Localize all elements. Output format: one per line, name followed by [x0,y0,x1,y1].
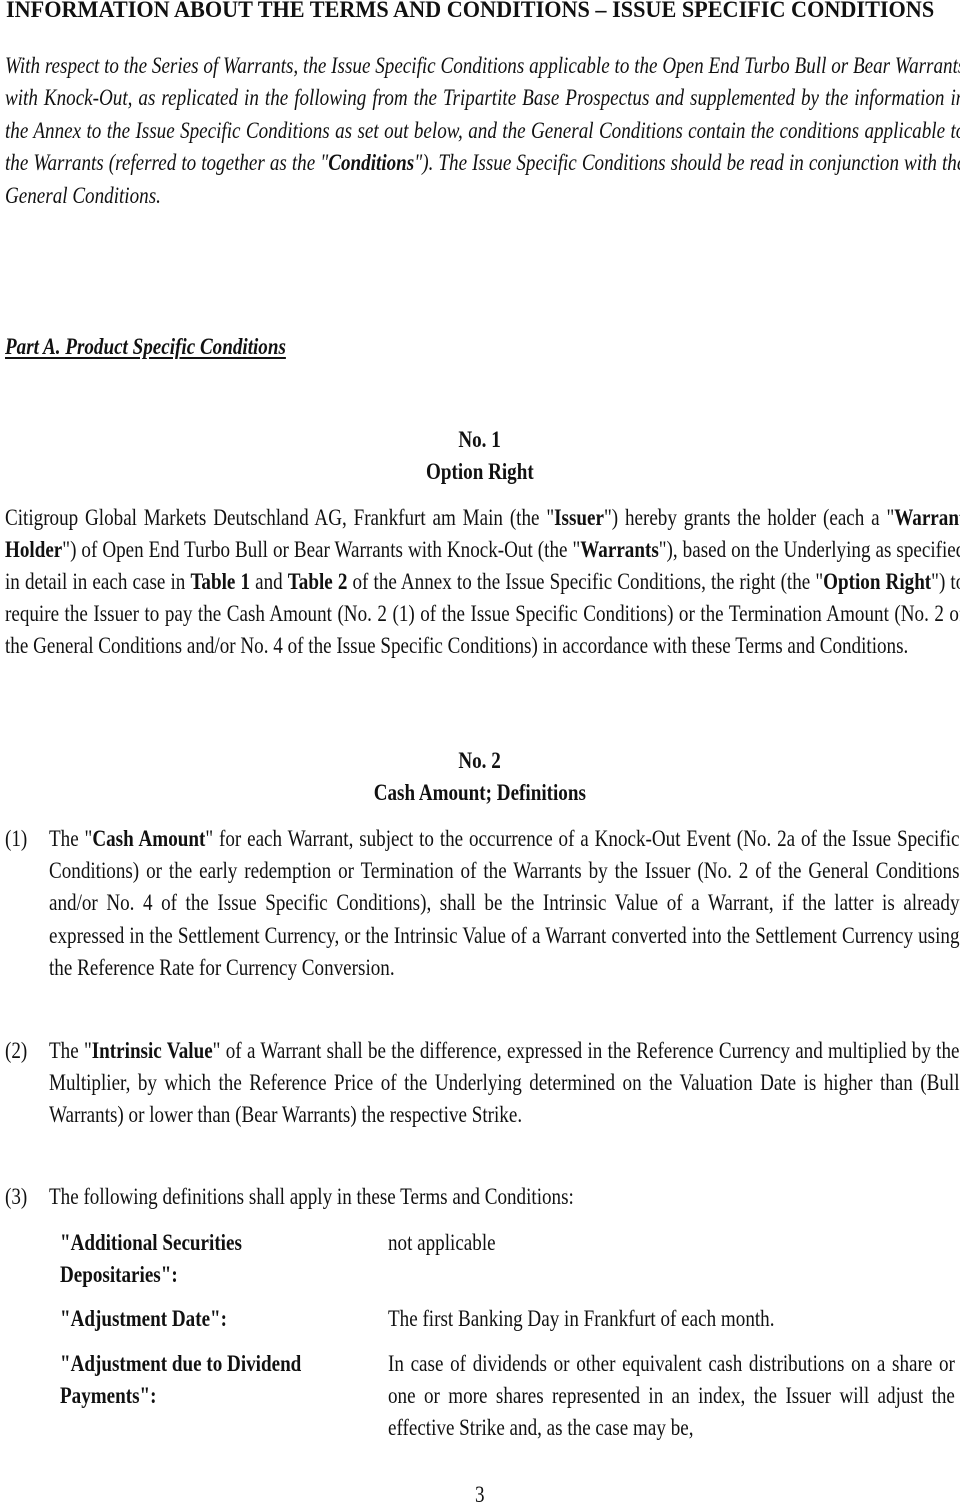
defined-term: Intrinsic Value [91,1038,213,1063]
defined-term: Issuer [554,505,604,530]
part-heading: Part A. Product Specific Conditions [5,332,960,362]
section-number: No. 1 [0,424,960,456]
section-number-text: No. 1 [458,427,502,452]
body-text: ") hereby grants the holder (each a " [603,505,895,530]
body-text: The " [49,1038,92,1063]
document-title: INFORMATION ABOUT THE TERMS AND CONDITIO… [6,0,935,23]
definition-value: In case of dividends or other equivalent… [388,1351,955,1440]
table-reference: Table 2 [287,569,348,595]
item-text: The "Cash Amount" for each Warrant, subj… [49,823,960,984]
intro-paragraph: With respect to the Series of Warrants, … [5,50,960,212]
section-number-text: No. 2 [458,748,502,773]
body-text: The following definitions shall apply in… [49,1184,574,1209]
table-reference: Table 1 [190,569,251,595]
item-number: (2) [5,1038,28,1063]
item-number: (1) [5,826,28,851]
section-heading: Cash Amount; Definitions [0,777,960,809]
body-text: The " [49,826,93,851]
definition-term: "Adjustment Date": [60,1306,228,1331]
section-heading-text: Cash Amount; Definitions [373,780,587,805]
item-text: The following definitions shall apply in… [49,1181,960,1213]
part-heading-text: Part A. Product Specific Conditions [5,334,286,359]
intro-bold-term: Conditions [328,150,415,176]
definition-value: The first Banking Day in Frankfurt of ea… [388,1306,775,1331]
item-number: (3) [5,1184,28,1209]
definition-value: not applicable [388,1230,496,1255]
defined-term: Option Right [823,569,932,595]
option-right-paragraph: Citigroup Global Markets Deutschland AG,… [5,502,960,662]
definition-term: "Adjustment due to Dividend Payments": [60,1351,302,1408]
item-text: The "Intrinsic Value" of a Warrant shall… [49,1035,960,1132]
section-heading: Option Right [0,456,960,488]
body-text: and [250,569,288,595]
body-text: Citigroup Global Markets Deutschland AG,… [5,505,555,530]
section-heading-text: Option Right [426,459,534,484]
body-text: of the Annex to the Issue Specific Condi… [347,569,824,595]
defined-term: Cash Amount [92,826,206,851]
defined-term: Warrants [580,537,659,563]
body-text: ") of Open End Turbo Bull or Bear Warran… [62,537,581,563]
section-number: No. 2 [0,745,960,777]
document-page: INFORMATION ABOUT THE TERMS AND CONDITIO… [0,0,960,1507]
definition-term: "Additional Securities Depositaries": [60,1230,242,1287]
